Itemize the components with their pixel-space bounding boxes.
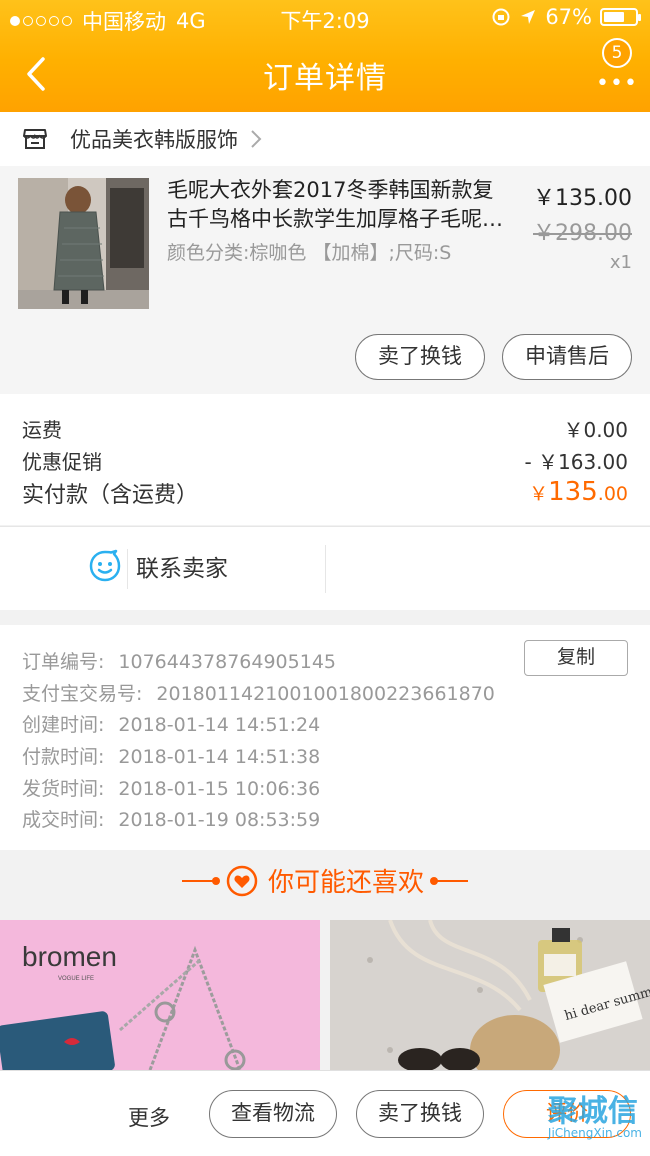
contact-bar: 联系卖家 xyxy=(0,526,650,610)
product-original-price: ￥298.00 xyxy=(533,221,632,246)
more-link[interactable]: 更多 xyxy=(128,1102,170,1132)
product-spec: 颜色分类:棕咖色 【加棉】;尺码:S xyxy=(167,242,452,264)
contact-seller-label: 联系卖家 xyxy=(136,556,228,582)
shop-row[interactable]: 优品美衣韩版服饰 xyxy=(0,112,650,166)
after-sale-button[interactable]: 申请售后 xyxy=(502,334,632,380)
heart-icon xyxy=(226,865,258,896)
product-quantity: x1 xyxy=(609,252,632,273)
order-number-row: 订单编号: 107644378764905145 xyxy=(22,651,336,673)
recommend-header: 你可能还喜欢 xyxy=(0,850,650,920)
contact-seller-button[interactable]: 联系卖家 xyxy=(88,549,228,583)
more-dots-icon: ••• xyxy=(596,71,638,96)
view-logistics-button[interactable]: 查看物流 xyxy=(209,1090,337,1138)
alipay-trade-row: 支付宝交易号: 2018011421001001800223661870 xyxy=(22,683,495,705)
order-info: 订单编号: 107644378764905145 复制 支付宝交易号: 201801… xyxy=(0,625,650,850)
product-thumbnail[interactable] xyxy=(18,178,149,309)
recommend-item-straw-bag[interactable]: hi dear summer xyxy=(330,920,650,1070)
discount-value: - ￥163.00 xyxy=(524,450,628,474)
coat-photo xyxy=(18,178,149,309)
more-menu-button[interactable]: ••• 5 xyxy=(592,38,637,95)
chat-face-icon xyxy=(89,549,121,582)
completed-time-row: 成交时间: 2018-01-19 08:53:59 xyxy=(22,809,321,831)
copy-button[interactable]: 复制 xyxy=(524,640,628,676)
nav-bar: 订单详情 ••• 5 xyxy=(0,36,650,112)
battery-icon xyxy=(600,8,641,26)
location-icon xyxy=(521,10,536,24)
product-title[interactable]: 毛呢大衣外套2017冬季韩国新款复古千鸟格中长款学生加厚格子毛呢外套 xyxy=(167,176,507,234)
product-price: ￥135.00 xyxy=(533,186,632,211)
paid-label: 实付款（含运费） xyxy=(22,483,199,508)
divider xyxy=(127,549,128,589)
watermark: 聚城信 JiChengXin.com xyxy=(547,1094,642,1140)
brand-logo: bromen xyxy=(22,941,117,972)
divider xyxy=(325,545,326,593)
shop-name: 优品美衣韩版服饰 xyxy=(70,128,238,152)
created-time-row: 创建时间: 2018-01-14 14:51:24 xyxy=(22,714,321,736)
resell-button[interactable]: 卖了换钱 xyxy=(355,334,485,380)
fees-section: 运费 ￥0.00 优惠促销 - ￥163.00 实付款（含运费） ￥135.00 xyxy=(0,394,650,525)
status-bar: 中国移动 4G 下午2:09 67% xyxy=(0,0,650,36)
page-title: 订单详情 xyxy=(263,61,387,96)
product-item[interactable]: 毛呢大衣外套2017冬季韩国新款复古千鸟格中长款学生加厚格子毛呢外套 颜色分类:… xyxy=(0,166,650,394)
recommend-title: 你可能还喜欢 xyxy=(267,868,424,898)
brand-tagline: VOGUE LIFE xyxy=(58,976,94,982)
chevron-right-icon xyxy=(251,130,262,148)
top-bar: 中国移动 4G 下午2:09 67% 订单详情 ••• 5 xyxy=(0,0,650,112)
notification-badge: 5 xyxy=(602,38,632,68)
recommend-item-bag[interactable]: bromen VOGUE LIFE xyxy=(0,920,320,1070)
order-number: 107644378764905145 xyxy=(118,651,336,673)
shipping-value: ￥0.00 xyxy=(563,418,628,442)
orientation-lock-icon xyxy=(492,8,510,26)
discount-label: 优惠促销 xyxy=(22,450,102,474)
shipping-label: 运费 xyxy=(22,418,62,442)
paid-time-row: 付款时间: 2018-01-14 14:51:38 xyxy=(22,746,321,768)
battery-percent: 67% xyxy=(545,5,592,29)
paid-total: ￥135.00 xyxy=(529,477,628,507)
order-detail-screen: 中国移动 4G 下午2:09 67% 订单详情 ••• 5 优品美衣韩版服饰 毛… xyxy=(0,0,650,1156)
shipped-time-row: 发货时间: 2018-01-15 10:06:36 xyxy=(22,778,321,800)
resell-bottom-button[interactable]: 卖了换钱 xyxy=(356,1090,484,1138)
shop-icon xyxy=(23,129,47,149)
